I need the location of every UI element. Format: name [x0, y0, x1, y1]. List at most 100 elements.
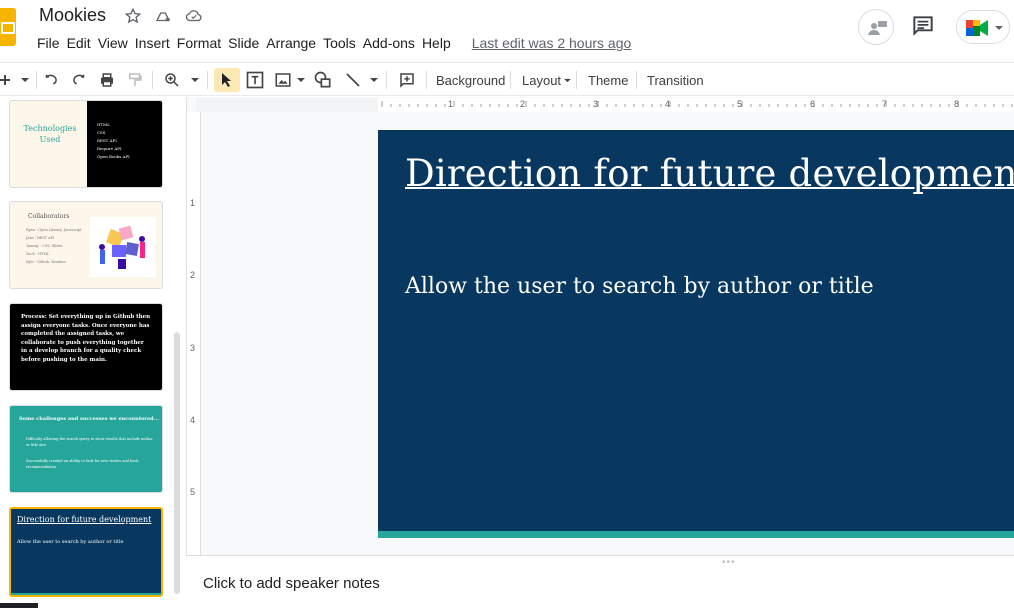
move-to-drive-icon[interactable] — [154, 7, 172, 25]
image-dropdown[interactable] — [295, 68, 307, 92]
menu-file[interactable]: File — [37, 34, 65, 52]
notes-resize-handle[interactable]: ••• — [722, 557, 736, 568]
last-edit-link[interactable]: Last edit was 2 hours ago — [472, 34, 637, 52]
presenter-icon — [868, 21, 887, 35]
app-header: Mookies File Edit View Insert Format Sli… — [0, 0, 1014, 60]
caret-down-icon — [21, 78, 29, 82]
cloud-status-icon[interactable] — [184, 7, 202, 25]
ruler-number: 4 — [665, 99, 671, 109]
line-icon — [346, 73, 360, 87]
ruler-number: 2 — [190, 270, 196, 280]
caret-down-icon — [564, 78, 571, 82]
text-box-button[interactable] — [242, 68, 268, 92]
redo-button[interactable] — [68, 68, 90, 92]
comment-history-button[interactable] — [910, 13, 936, 39]
shape-button[interactable] — [310, 68, 336, 92]
thumb-5-body: Allow the user to search by author or ti… — [17, 539, 124, 545]
redo-icon — [73, 74, 85, 85]
horizontal-ruler[interactable]: 1 2 3 4 5 6 7 8 — [196, 98, 1014, 112]
slide-thumbnail-1[interactable]: Technologies Used HTML CSS REST API Requ… — [9, 100, 163, 188]
speaker-notes-placeholder[interactable]: Click to add speaker notes — [203, 575, 380, 592]
add-comment-button[interactable] — [394, 68, 420, 92]
thumb-1-panel: HTML CSS REST API Require API Open Books… — [87, 101, 162, 187]
plus-icon — [0, 75, 10, 85]
current-slide[interactable]: Direction for future development Allow t… — [378, 130, 1014, 538]
thumb-1-bullet: REST API — [97, 138, 117, 143]
collaboration-illustration — [90, 217, 156, 277]
ruler-number: 4 — [190, 415, 196, 425]
star-icon[interactable] — [124, 7, 142, 25]
slides-logo-icon[interactable] — [0, 8, 16, 46]
toolbar-separator — [576, 71, 577, 89]
thumb-5-title: Direction for future development — [17, 515, 152, 524]
theme-button[interactable]: Theme — [582, 68, 634, 92]
menu-insert[interactable]: Insert — [135, 34, 175, 52]
slide-thumbnail-3[interactable]: Process: Set everything up in Github the… — [9, 303, 163, 391]
menu-view[interactable]: View — [98, 34, 133, 52]
thumb-2-title: Collaborators — [28, 213, 70, 220]
slide-bottom-band — [378, 531, 1014, 538]
new-slide-dropdown[interactable] — [18, 68, 32, 92]
thumb-4-bullet: Successfully created an ability to look … — [26, 459, 139, 469]
image-icon — [275, 73, 291, 87]
thumb-5-band — [11, 593, 161, 595]
zoom-icon — [165, 73, 179, 87]
slide-thumbnail-5[interactable]: Direction for future development Allow t… — [9, 507, 163, 597]
background-button[interactable]: Background — [430, 68, 511, 92]
vertical-ruler[interactable]: 1 2 3 4 5 — [187, 112, 201, 555]
ruler-number: 5 — [190, 487, 196, 497]
menu-arrange[interactable]: Arrange — [266, 34, 321, 52]
thumb-1-title: Technologies Used — [23, 124, 77, 144]
slide-body[interactable]: Allow the user to search by author or ti… — [405, 274, 874, 299]
line-dropdown[interactable] — [368, 68, 380, 92]
ruler-number: 3 — [190, 343, 196, 353]
caret-down-icon — [191, 78, 199, 82]
document-title[interactable]: Mookies — [39, 5, 106, 26]
filmstrip-scrollbar[interactable] — [174, 332, 180, 594]
thumb-1-bullet: HTML — [97, 122, 110, 127]
menu-edit[interactable]: Edit — [67, 34, 96, 52]
slide-title[interactable]: Direction for future development — [405, 152, 1014, 195]
ruler-number: 1 — [190, 198, 196, 208]
ruler-number: 1 — [448, 99, 454, 109]
zoom-dropdown[interactable] — [188, 68, 202, 92]
layout-button[interactable]: Layout — [516, 68, 578, 92]
thumb-2-line: Zach - HTML — [26, 252, 50, 256]
slide-thumbnail-2[interactable]: Collaborators Ryan - Open Library, Javas… — [9, 201, 163, 289]
insert-image-button[interactable] — [270, 68, 296, 92]
transition-button[interactable]: Transition — [641, 68, 710, 92]
caret-down-icon — [297, 78, 305, 82]
menu-tools[interactable]: Tools — [323, 34, 361, 52]
undo-button[interactable] — [40, 68, 62, 92]
menu-addons[interactable]: Add-ons — [363, 34, 420, 52]
line-button[interactable] — [340, 68, 366, 92]
thumb-2-line: Ryan - Open Library, Javascript — [26, 228, 82, 232]
menu-format[interactable]: Format — [177, 34, 226, 52]
new-slide-button[interactable] — [0, 68, 14, 92]
thumb-3-text: Process: Set everything up in Github the… — [21, 314, 151, 363]
menu-help[interactable]: Help — [422, 34, 456, 52]
paint-format-button[interactable] — [124, 68, 146, 92]
menu-bar: File Edit View Insert Format Slide Arran… — [37, 34, 638, 52]
zoom-button[interactable] — [160, 68, 184, 92]
slide-filmstrip[interactable]: Technologies Used HTML CSS REST API Requ… — [0, 97, 186, 608]
toolbar-separator — [426, 71, 427, 89]
toolbar-separator — [207, 71, 208, 89]
speaker-notes-panel[interactable]: ••• Click to add speaker notes — [186, 555, 1014, 608]
print-button[interactable] — [96, 68, 118, 92]
ruler-number: 6 — [810, 99, 816, 109]
meet-button[interactable] — [956, 10, 1010, 44]
select-tool-button[interactable] — [214, 68, 240, 92]
paint-format-icon — [129, 73, 142, 86]
add-comment-icon — [400, 73, 414, 88]
text-box-icon — [246, 71, 264, 89]
layout-label: Layout — [522, 72, 562, 88]
presenter-button[interactable] — [858, 9, 894, 45]
shape-icon — [314, 71, 331, 88]
title-icons — [124, 7, 202, 25]
caret-down-icon — [370, 78, 378, 82]
horizontal-ruler-ticks — [196, 98, 1014, 112]
menu-slide[interactable]: Slide — [228, 34, 264, 52]
slide-thumbnail-4[interactable]: Some challenges and successes we encount… — [9, 405, 163, 493]
ruler-number: 2 — [520, 99, 526, 109]
